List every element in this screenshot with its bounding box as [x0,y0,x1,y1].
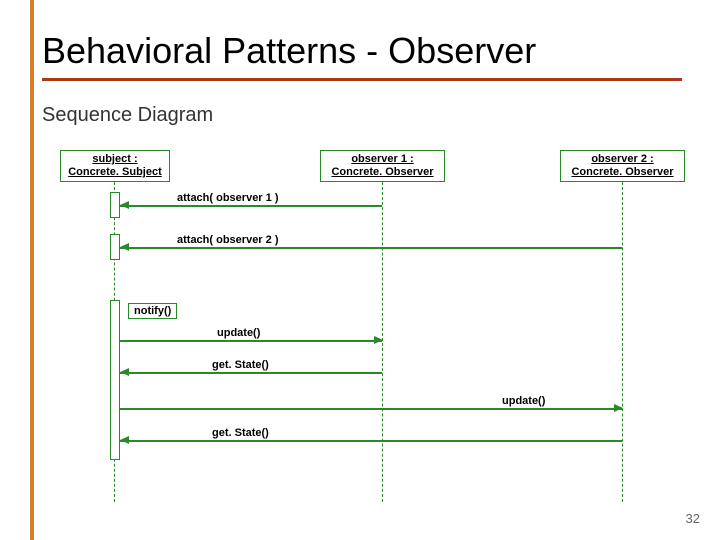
slide-accent-rail [30,0,34,540]
message-line [120,205,382,207]
lifeline-type: Concrete. Subject [68,166,162,178]
message-label-attach2: attach( observer 2 ) [175,234,280,246]
lifeline-type: Concrete. Observer [331,166,433,178]
lifeline-name: subject : [92,153,137,165]
lifeline-box-observer2: observer 2 : Concrete. Observer [560,150,685,182]
activation-subject [110,300,120,460]
message-line [120,340,382,342]
arrow-right-icon [614,404,623,412]
message-label-update1: update() [215,327,262,339]
message-label-attach1: attach( observer 1 ) [175,192,280,204]
message-label-getstate2: get. State() [210,427,271,439]
arrow-left-icon [120,368,129,376]
lifeline-observer2 [622,182,623,502]
slide-subtitle: Sequence Diagram [42,104,213,127]
lifeline-box-subject: subject : Concrete. Subject [60,150,170,182]
message-line [120,440,622,442]
page-number: 32 [686,511,700,526]
message-line [120,408,622,410]
slide-title: Behavioral Patterns - Observer [42,30,682,81]
message-line [120,247,622,249]
message-label-getstate1: get. State() [210,359,271,371]
lifeline-name: observer 1 : [351,153,413,165]
arrow-left-icon [120,243,129,251]
message-line [120,372,382,374]
arrow-right-icon [374,336,383,344]
message-label-notify: notify() [128,303,177,319]
lifeline-box-observer1: observer 1 : Concrete. Observer [320,150,445,182]
activation-subject [110,192,120,218]
activation-subject [110,234,120,260]
arrow-left-icon [120,436,129,444]
message-label-update2: update() [500,395,547,407]
arrow-left-icon [120,201,129,209]
lifeline-name: observer 2 : [591,153,653,165]
lifeline-type: Concrete. Observer [571,166,673,178]
